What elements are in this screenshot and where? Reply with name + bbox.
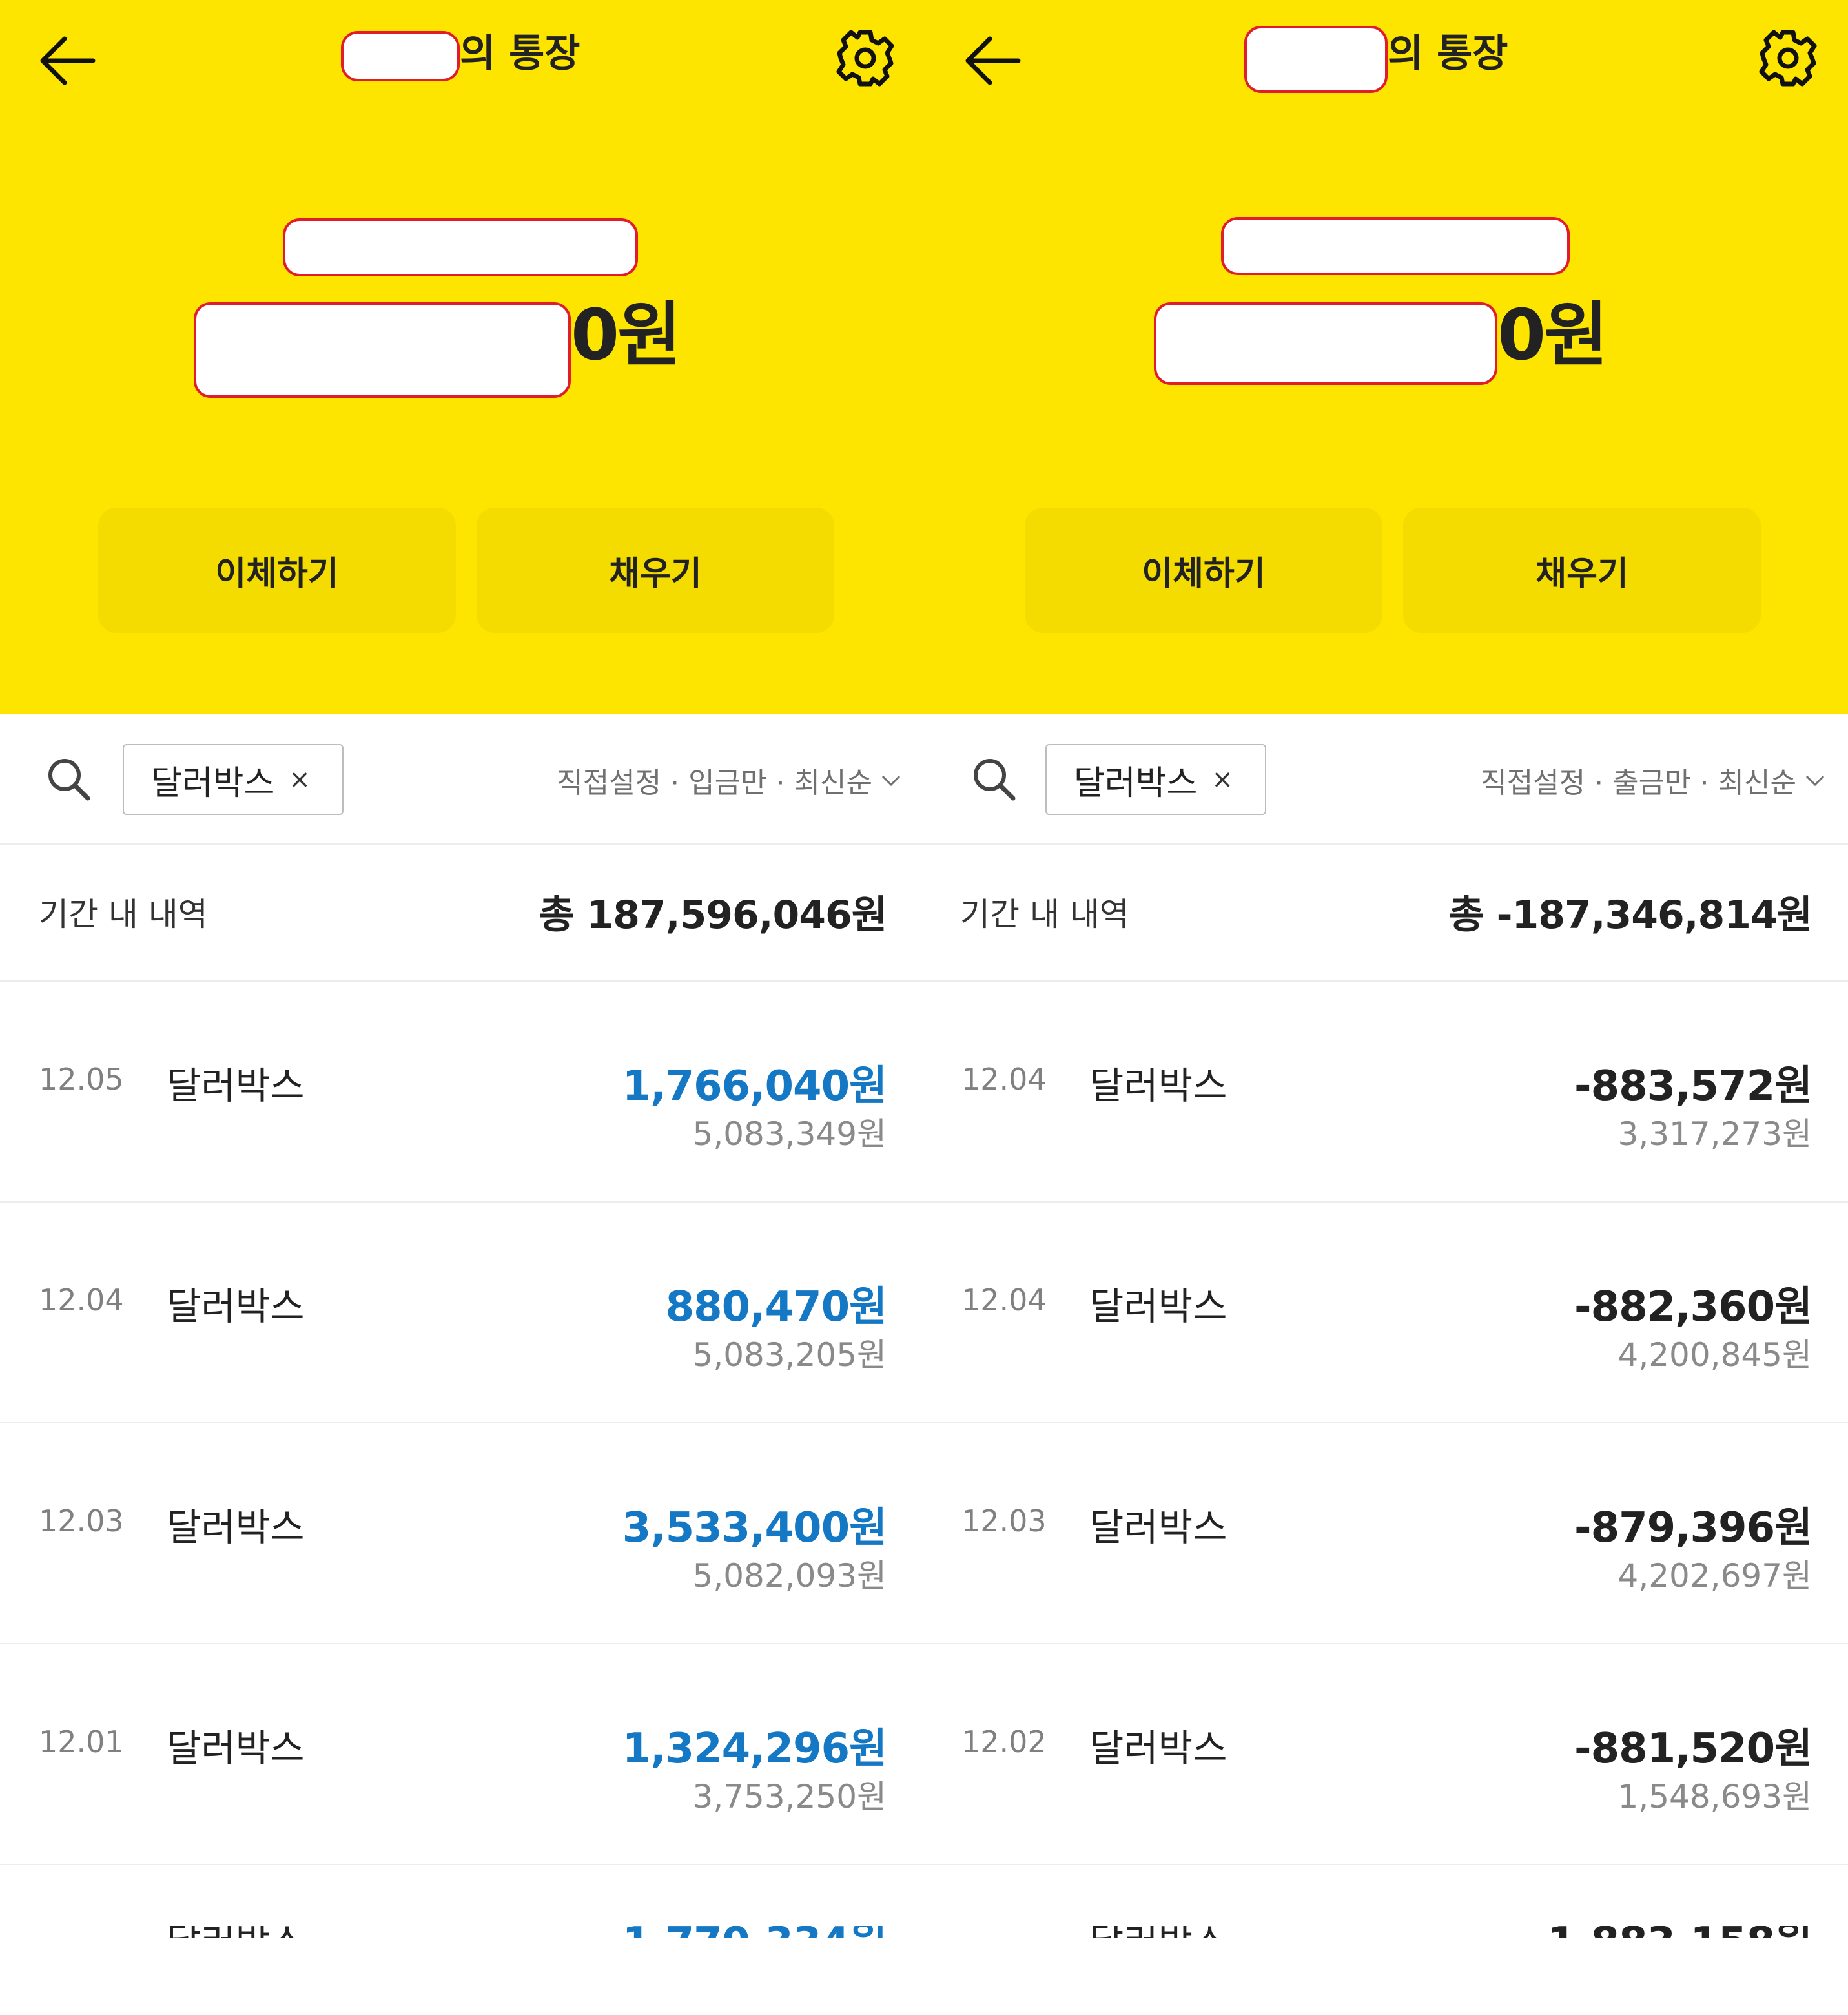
search-filter-chip[interactable]: 달러박스 ×: [1045, 744, 1266, 815]
transaction-amount: 1,766,040원: [622, 1062, 887, 1110]
transaction-date: 12.02: [961, 1724, 1047, 1759]
transaction-date: 12.04: [961, 1062, 1047, 1097]
account-title-suffix: 의 통장: [1388, 31, 1508, 76]
transaction-amount: 880,470원: [665, 1283, 887, 1331]
transaction-date: 12.01: [39, 1724, 124, 1759]
transaction-name: 달러박스: [167, 1505, 305, 1549]
summary-total: 총 -187,346,814원: [1448, 893, 1812, 938]
account-panel-deposits: 의 통장 0원 이체하기 채우기 달러박스 × 직접설정 · 입금만 · 최신순…: [0, 0, 924, 2015]
partial-transaction-row[interactable]: 달러박스 1,770,334원: [0, 1926, 924, 1938]
transaction-date: 12.04: [39, 1283, 124, 1318]
gear-icon[interactable]: [833, 26, 898, 90]
transaction-name: 달러박스: [167, 1926, 304, 1938]
transaction-balance: 3,317,273원: [1617, 1115, 1812, 1153]
transaction-date: 12.03: [39, 1504, 124, 1538]
transaction-amount: 1,324,296원: [622, 1725, 887, 1773]
transaction-name: 달러박스: [1089, 1926, 1227, 1938]
transaction-balance: 5,083,205원: [692, 1336, 887, 1374]
row-divider: [924, 1864, 1848, 1865]
chip-label: 달러박스: [151, 763, 275, 803]
transaction-amount: -879,396원: [1574, 1504, 1812, 1552]
account-title-suffix: 의 통장: [460, 31, 580, 76]
search-icon[interactable]: [970, 756, 1017, 802]
transfer-button[interactable]: 이체하기: [98, 508, 456, 633]
account-title: 의 통장: [0, 26, 924, 84]
transaction-row[interactable]: 12.04 달러박스 -883,572원 3,317,273원: [924, 982, 1848, 1203]
redacted-balance: [1154, 302, 1497, 385]
transaction-amount: -882,360원: [1574, 1283, 1812, 1331]
chevron-down-icon: [881, 775, 901, 787]
account-header: 의 통장 0원 이체하기 채우기: [0, 0, 924, 714]
search-filter-chip[interactable]: 달러박스 ×: [123, 744, 344, 815]
account-header: 의 통장 0원 이체하기 채우기: [924, 0, 1848, 714]
transaction-amount: -881,520원: [1574, 1725, 1812, 1773]
search-icon[interactable]: [45, 756, 92, 802]
redacted-account-number: [1221, 217, 1570, 275]
summary-label: 기간 내 내역: [960, 896, 1129, 933]
transaction-balance: 4,202,697원: [1617, 1557, 1812, 1595]
account-title: 의 통장: [924, 26, 1848, 93]
fill-button[interactable]: 채우기: [1403, 508, 1761, 633]
transaction-balance: 5,083,349원: [692, 1115, 887, 1153]
close-icon[interactable]: ×: [1211, 765, 1233, 794]
redacted-balance: [194, 302, 571, 398]
transaction-name: 달러박스: [1089, 1726, 1227, 1770]
balance-suffix: 0원: [571, 295, 682, 376]
transaction-balance: 3,753,250원: [692, 1778, 887, 1815]
transaction-date: 12.05: [39, 1062, 124, 1097]
transaction-amount: -1,883,158원: [1531, 1926, 1812, 1938]
chevron-down-icon: [1805, 775, 1825, 787]
redacted-account-number: [283, 218, 638, 276]
transaction-name: 달러박스: [167, 1285, 305, 1328]
divider: [924, 843, 1848, 845]
row-divider: [0, 1864, 924, 1865]
divider: [0, 843, 924, 845]
transaction-name: 달러박스: [167, 1726, 305, 1770]
filter-label: 직접설정 · 출금만 · 최신순: [1481, 767, 1796, 800]
transaction-amount: -883,572원: [1574, 1062, 1812, 1110]
summary-total: 총 187,596,046원: [539, 893, 887, 938]
transaction-balance: 1,548,693원: [1617, 1778, 1812, 1815]
transfer-button[interactable]: 이체하기: [1025, 508, 1382, 633]
filter-label: 직접설정 · 입금만 · 최신순: [557, 767, 872, 800]
summary-label: 기간 내 내역: [39, 896, 208, 933]
transaction-name: 달러박스: [1089, 1285, 1227, 1328]
fill-button[interactable]: 채우기: [477, 508, 834, 633]
account-panel-withdrawals: 의 통장 0원 이체하기 채우기 달러박스 × 직접설정 · 출금만 · 최신순…: [924, 0, 1848, 2015]
transaction-name: 달러박스: [167, 1064, 305, 1108]
chip-label: 달러박스: [1074, 763, 1198, 803]
transaction-amount: 3,533,400원: [622, 1504, 887, 1552]
transaction-name: 달러박스: [1089, 1064, 1227, 1108]
transaction-amount: 1,770,334원: [622, 1926, 887, 1938]
transaction-name: 달러박스: [1089, 1505, 1227, 1549]
filter-dropdown[interactable]: 직접설정 · 입금만 · 최신순: [557, 760, 902, 801]
transaction-balance: 4,200,845원: [1617, 1336, 1812, 1374]
redacted-account-name: [1244, 26, 1388, 93]
filter-dropdown[interactable]: 직접설정 · 출금만 · 최신순: [1481, 760, 1826, 801]
transaction-row[interactable]: 12.04 달러박스 880,470원 5,083,205원: [0, 1203, 924, 1423]
transaction-row[interactable]: 12.04 달러박스 -882,360원 4,200,845원: [924, 1203, 1848, 1423]
transaction-row[interactable]: 12.01 달러박스 1,324,296원 3,753,250원: [0, 1644, 924, 1865]
partial-transaction-row[interactable]: 달러박스 -1,883,158원: [924, 1926, 1848, 1938]
close-icon[interactable]: ×: [289, 765, 311, 794]
balance-suffix: 0원: [1497, 295, 1608, 376]
transaction-row[interactable]: 12.02 달러박스 -881,520원 1,548,693원: [924, 1644, 1848, 1865]
transaction-date: 12.03: [961, 1504, 1047, 1538]
transaction-row[interactable]: 12.05 달러박스 1,766,040원 5,083,349원: [0, 982, 924, 1203]
gear-icon[interactable]: [1756, 26, 1820, 90]
transaction-date: 12.04: [961, 1283, 1047, 1318]
transaction-balance: 5,082,093원: [692, 1557, 887, 1595]
transaction-row[interactable]: 12.03 달러박스 -879,396원 4,202,697원: [924, 1423, 1848, 1644]
redacted-account-name: [341, 31, 460, 81]
transaction-row[interactable]: 12.03 달러박스 3,533,400원 5,082,093원: [0, 1423, 924, 1644]
